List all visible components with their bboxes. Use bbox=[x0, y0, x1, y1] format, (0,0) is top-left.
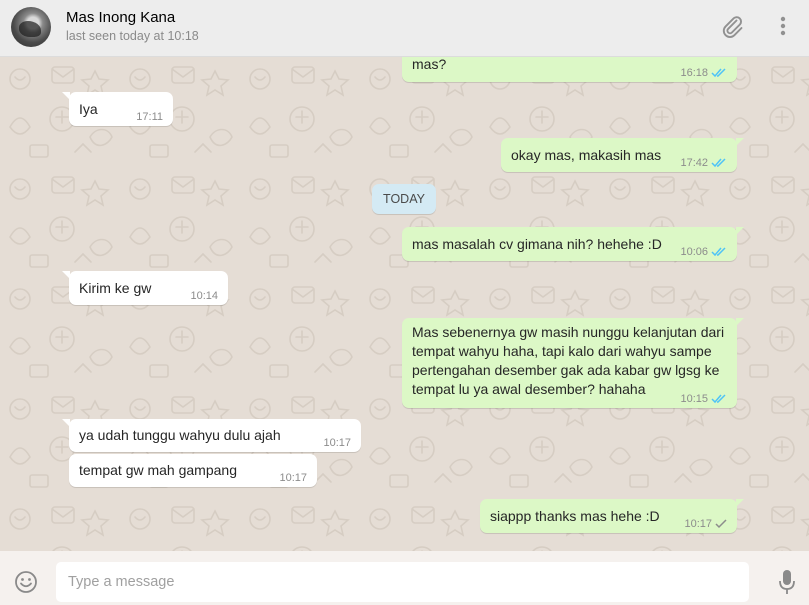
message-meta: 10:17 bbox=[323, 437, 351, 449]
message-line: Mas sebenernya gw masih nunggu kelanjuta… bbox=[412, 324, 725, 340]
double-check-read-icon bbox=[711, 68, 726, 78]
double-check-read-icon bbox=[711, 247, 726, 257]
message-time: 10:15 bbox=[680, 393, 708, 405]
day-divider: TODAY bbox=[372, 184, 436, 214]
emoji-button[interactable] bbox=[14, 570, 38, 594]
message-incoming[interactable]: tempat gw mah gampang 10:17 bbox=[69, 454, 317, 487]
message-text: mas? bbox=[412, 57, 447, 72]
chat-header: Mas Inong Kana last seen today at 10:18 bbox=[0, 0, 809, 57]
message-text: Iya bbox=[79, 101, 98, 117]
message-meta: 17:42 bbox=[680, 157, 727, 169]
message-meta: 10:14 bbox=[190, 290, 218, 302]
kebab-menu-icon bbox=[780, 16, 786, 36]
message-meta: 16:18 bbox=[680, 67, 727, 79]
message-line: pertengahan desember gak ada kabar gw lg… bbox=[412, 362, 720, 378]
message-meta: 10:17 bbox=[279, 472, 307, 484]
message-time: 10:17 bbox=[684, 518, 712, 530]
menu-button[interactable] bbox=[775, 14, 791, 40]
voice-message-button[interactable] bbox=[777, 568, 797, 596]
message-outgoing[interactable]: Mas sebenernya gw masih nunggu kelanjuta… bbox=[402, 318, 744, 408]
message-incoming[interactable]: ya udah tunggu wahyu dulu ajah 10:17 bbox=[62, 419, 361, 452]
message-list[interactable]: mas? 16:18 Iya 17:11 okay mas, makasih m… bbox=[0, 57, 809, 551]
single-check-sent-icon bbox=[715, 519, 727, 529]
message-incoming[interactable]: Kirim ke gw 10:14 bbox=[62, 271, 228, 305]
message-meta: 10:17 bbox=[684, 518, 727, 530]
message-line: tempat lu ya awal desember? hahaha bbox=[412, 381, 646, 397]
message-time: 16:18 bbox=[680, 67, 708, 79]
message-incoming[interactable]: Iya 17:11 bbox=[62, 92, 173, 126]
message-outgoing[interactable]: siappp thanks mas hehe :D 10:17 bbox=[480, 499, 744, 533]
message-outgoing[interactable]: okay mas, makasih mas 17:42 bbox=[501, 138, 744, 172]
message-line: tempat wahyu haha, tapi kalo dari wahyu … bbox=[412, 343, 712, 359]
message-time: 10:14 bbox=[190, 290, 218, 302]
avatar[interactable] bbox=[11, 7, 51, 47]
message-input[interactable] bbox=[56, 562, 749, 602]
double-check-read-icon bbox=[711, 394, 726, 404]
message-time: 17:42 bbox=[680, 157, 708, 169]
message-text: okay mas, makasih mas bbox=[511, 147, 662, 163]
message-meta: 10:06 bbox=[680, 246, 727, 258]
message-outgoing[interactable]: mas masalah cv gimana nih? hehehe :D 10:… bbox=[402, 227, 744, 261]
last-seen-status: last seen today at 10:18 bbox=[66, 29, 199, 43]
message-meta: 17:11 bbox=[136, 111, 163, 123]
smiley-icon bbox=[15, 571, 37, 593]
message-text: Kirim ke gw bbox=[79, 280, 152, 296]
message-text: mas masalah cv gimana nih? hehehe :D bbox=[412, 236, 662, 252]
message-text: ya udah tunggu wahyu dulu ajah bbox=[79, 427, 281, 443]
double-check-read-icon bbox=[711, 158, 726, 168]
paperclip-icon bbox=[722, 16, 743, 38]
message-text: siappp thanks mas hehe :D bbox=[490, 508, 660, 524]
message-time: 10:06 bbox=[680, 246, 708, 258]
contact-name[interactable]: Mas Inong Kana bbox=[66, 9, 175, 26]
message-text: tempat gw mah gampang bbox=[79, 462, 237, 478]
message-time: 10:17 bbox=[323, 437, 351, 449]
message-time: 17:11 bbox=[136, 111, 163, 123]
attach-button[interactable] bbox=[721, 14, 745, 40]
message-outgoing[interactable]: mas? 16:18 bbox=[402, 57, 737, 82]
microphone-icon bbox=[779, 570, 795, 594]
message-meta: 10:15 bbox=[680, 393, 727, 405]
message-time: 10:17 bbox=[279, 472, 307, 484]
